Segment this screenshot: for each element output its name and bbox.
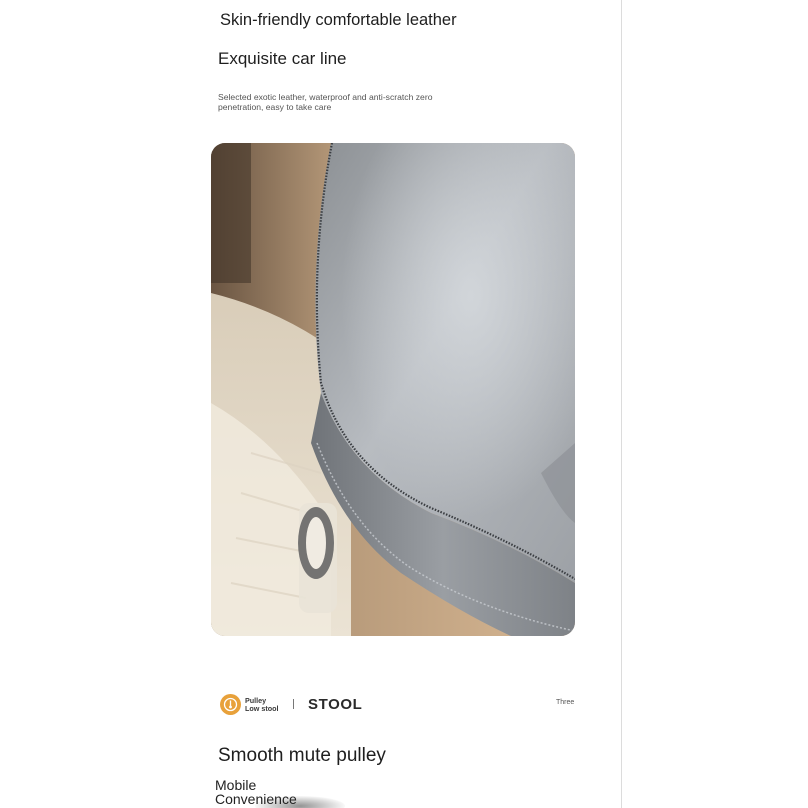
brand-name: STOOL — [308, 696, 363, 713]
brand-bar: Pulley Low stool STOOL Three — [220, 693, 580, 717]
section-description: Selected exotic leather, waterproof and … — [218, 92, 468, 112]
stool-seat-image — [211, 143, 575, 636]
section-title-smooth-pulley: Smooth mute pulley — [218, 745, 386, 766]
section-title-car-line: Exquisite car line — [218, 49, 347, 68]
section-subtitle-mobile: Mobile Convenience — [215, 778, 297, 806]
brand-small-label: Pulley Low stool — [245, 697, 279, 712]
brand-side-label: Three — [556, 699, 575, 706]
subtitle-line-2: Convenience — [215, 791, 297, 807]
brand-small-label-line-2: Low stool — [245, 703, 279, 713]
page-divider — [621, 0, 622, 808]
section-title-skin-leather: Skin-friendly comfortable leather — [220, 11, 457, 29]
subtitle-line-1: Mobile — [215, 777, 257, 793]
product-detail-page: Skin-friendly comfortable leather Exquis… — [0, 0, 808, 808]
brand-separator — [293, 699, 294, 709]
description-line-2: penetration, easy to take care — [218, 101, 332, 112]
pulley-circle-icon — [220, 694, 241, 715]
product-photo — [211, 143, 575, 636]
